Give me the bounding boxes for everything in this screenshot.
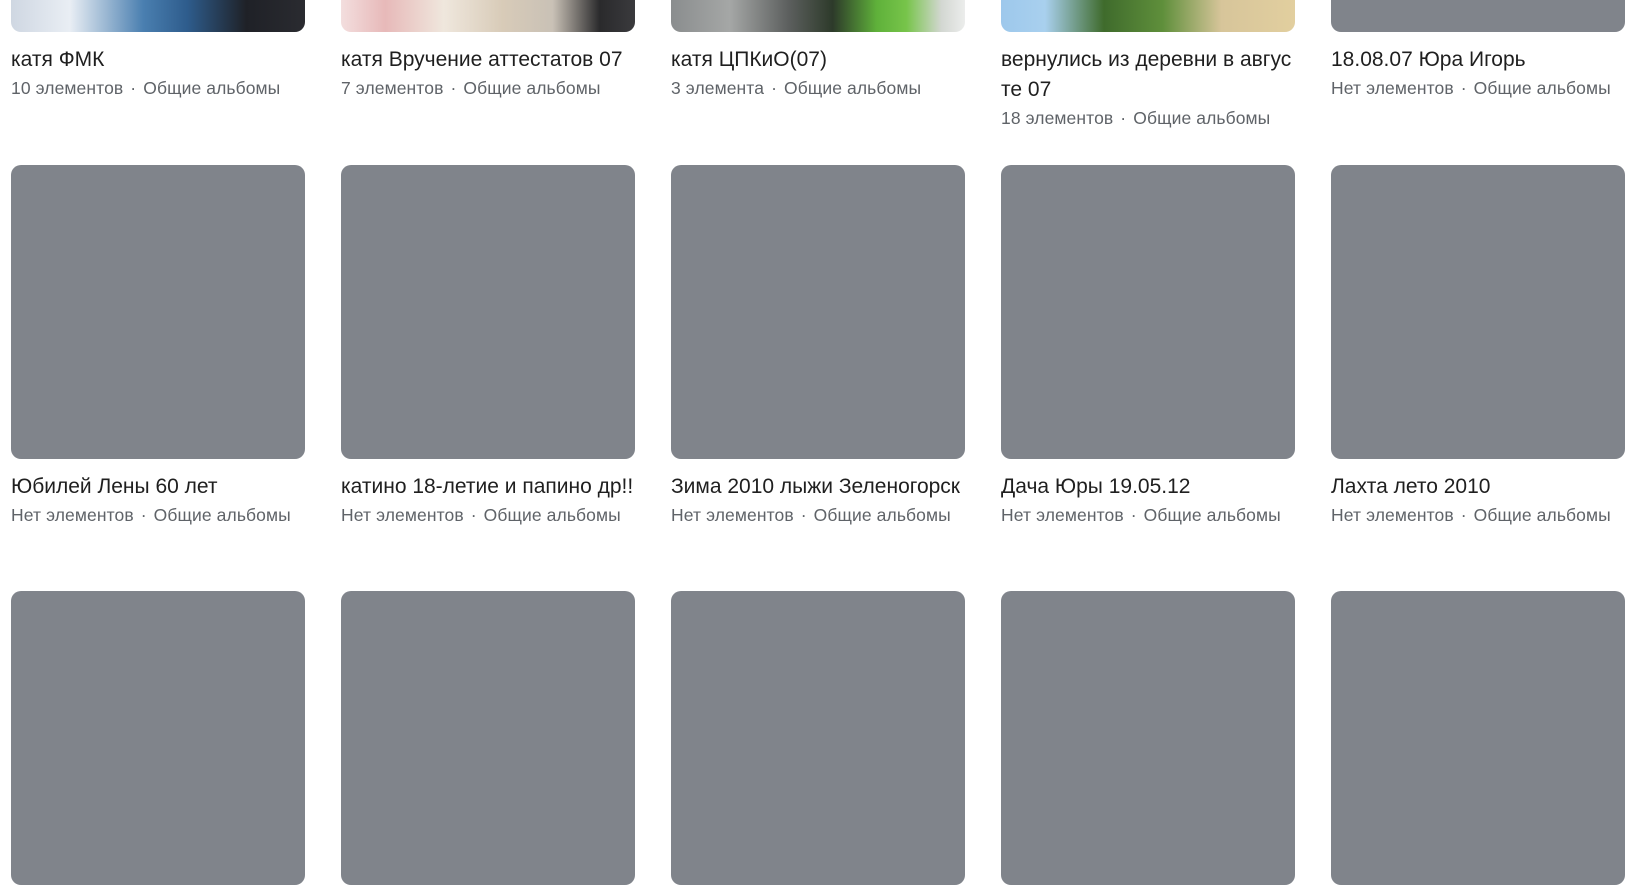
album-item-count: Нет элементов — [1331, 78, 1454, 98]
album-title[interactable]: Юбилей Лены 60 лет — [11, 472, 305, 502]
album-card[interactable]: вернулись из деревни в августе 07 18 эле… — [1001, 0, 1295, 130]
meta-separator: · — [800, 505, 807, 525]
album-cover-placeholder[interactable] — [1331, 165, 1625, 459]
meta-separator: · — [1120, 108, 1127, 128]
album-card[interactable]: катино 18-летие и папино др!! Нет элемен… — [341, 165, 635, 527]
album-cover-placeholder[interactable] — [1001, 591, 1295, 885]
meta-separator: · — [771, 78, 778, 98]
album-card[interactable]: Дача Юры 19.05.12 Нет элементов · Общие ал… — [1001, 165, 1295, 527]
album-item-count: 3 элемента — [671, 78, 765, 98]
album-category: Общие альбомы — [813, 505, 951, 525]
album-cover-placeholder[interactable] — [671, 165, 965, 459]
album-category: Общие альбомы — [1143, 505, 1281, 525]
album-meta: 18 элементов · Общие альбомы — [1001, 106, 1295, 130]
album-card[interactable] — [11, 591, 305, 885]
album-title[interactable]: катя ЦПКиО(07) — [671, 45, 965, 75]
album-title[interactable]: катино 18-летие и папино др!! — [341, 472, 635, 502]
album-meta: Нет элементов · Общие альбомы — [341, 503, 635, 527]
album-title[interactable]: Лахта лето 2010 — [1331, 472, 1625, 502]
album-card[interactable] — [341, 591, 635, 885]
album-card[interactable] — [671, 591, 965, 885]
meta-separator: · — [1460, 505, 1467, 525]
album-item-count: 18 элементов — [1001, 108, 1114, 128]
album-card[interactable]: Юбилей Лены 60 лет Нет элементов · Общие а… — [11, 165, 305, 527]
album-meta: Нет элементов · Общие альбомы — [1331, 503, 1625, 527]
album-title[interactable]: Дача Юры 19.05.12 — [1001, 472, 1295, 502]
album-cover-placeholder[interactable] — [341, 591, 635, 885]
album-card[interactable] — [1331, 591, 1625, 885]
album-meta: Нет элементов · Общие альбомы — [1001, 503, 1295, 527]
album-cover-placeholder[interactable] — [1001, 165, 1295, 459]
album-item-count: 7 элементов — [341, 78, 444, 98]
album-cover-placeholder[interactable] — [1331, 591, 1625, 885]
album-card[interactable] — [1001, 591, 1295, 885]
album-card[interactable]: катя ЦПКиО(07) 3 элемента · Общие альбомы — [671, 0, 965, 100]
album-cover-placeholder[interactable] — [671, 591, 965, 885]
album-cover-placeholder[interactable] — [11, 591, 305, 885]
album-cover-placeholder[interactable] — [11, 165, 305, 459]
album-category: Общие альбомы — [1133, 108, 1271, 128]
album-category: Общие альбомы — [143, 78, 281, 98]
album-title[interactable]: 18.08.07 Юра Игорь — [1331, 45, 1625, 75]
meta-separator: · — [130, 78, 137, 98]
album-card[interactable]: катя Вручение аттестатов 07 7 элементов ·… — [341, 0, 635, 100]
album-cover-photo[interactable] — [11, 0, 305, 32]
album-cover-placeholder[interactable] — [1331, 0, 1625, 32]
album-item-count: 10 элементов — [11, 78, 124, 98]
album-cover-photo[interactable] — [1001, 0, 1295, 32]
album-category: Общие альбомы — [153, 505, 291, 525]
album-meta: Нет элементов · Общие альбомы — [11, 503, 305, 527]
album-item-count: Нет элементов — [341, 505, 464, 525]
album-card[interactable]: Лахта лето 2010 Нет элементов · Общие альб… — [1331, 165, 1625, 527]
album-category: Общие альбомы — [1473, 505, 1611, 525]
album-cover-placeholder[interactable] — [341, 165, 635, 459]
album-category: Общие альбомы — [483, 505, 621, 525]
album-title[interactable]: Зима 2010 лыжи Зеленогорск — [671, 472, 965, 502]
album-card[interactable]: Зима 2010 лыжи Зеленогорск Нет элементов… — [671, 165, 965, 527]
album-meta: Нет элементов · Общие альбомы — [671, 503, 965, 527]
album-meta: 10 элементов · Общие альбомы — [11, 76, 305, 100]
meta-separator: · — [1460, 78, 1467, 98]
meta-separator: · — [1130, 505, 1137, 525]
album-meta: 3 элемента · Общие альбомы — [671, 76, 965, 100]
album-item-count: Нет элементов — [671, 505, 794, 525]
album-card[interactable]: 18.08.07 Юра Игорь Нет элементов · Общие а… — [1331, 0, 1625, 100]
album-cover-photo[interactable] — [671, 0, 965, 32]
album-title[interactable]: вернулись из деревни в августе 07 — [1001, 45, 1295, 105]
album-title[interactable]: катя Вручение аттестатов 07 — [341, 45, 635, 75]
album-item-count: Нет элементов — [11, 505, 134, 525]
shared-albums-grid: катя ФМК 10 элементов · Общие альбомы катя… — [0, 0, 1637, 885]
meta-separator: · — [470, 505, 477, 525]
album-item-count: Нет элементов — [1331, 505, 1454, 525]
album-meta: 7 элементов · Общие альбомы — [341, 76, 635, 100]
album-category: Общие альбомы — [463, 78, 601, 98]
album-category: Общие альбомы — [1473, 78, 1611, 98]
album-title[interactable]: катя ФМК — [11, 45, 305, 75]
meta-separator: · — [140, 505, 147, 525]
album-category: Общие альбомы — [784, 78, 922, 98]
album-card[interactable]: катя ФМК 10 элементов · Общие альбомы — [11, 0, 305, 100]
meta-separator: · — [450, 78, 457, 98]
album-cover-photo[interactable] — [341, 0, 635, 32]
album-item-count: Нет элементов — [1001, 505, 1124, 525]
album-meta: Нет элементов · Общие альбомы — [1331, 76, 1625, 100]
